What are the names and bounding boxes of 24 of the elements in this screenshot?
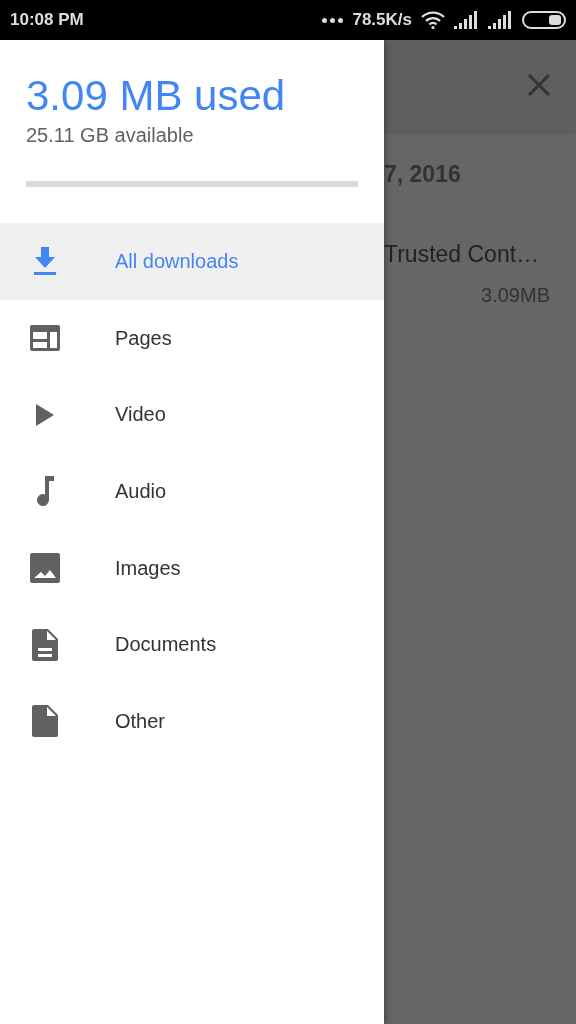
image-icon <box>30 553 60 584</box>
file-name: Trusted Cont… <box>384 241 541 268</box>
music-note-icon <box>35 476 55 507</box>
wifi-icon <box>421 11 445 29</box>
file-icon <box>32 705 58 738</box>
play-icon <box>36 403 54 426</box>
document-icon <box>32 628 58 661</box>
more-dots-icon <box>322 17 344 23</box>
battery-icon <box>522 11 566 29</box>
storage-used: 3.09 MB used <box>26 71 287 121</box>
close-icon[interactable] <box>528 74 550 96</box>
signal-icon <box>488 11 513 29</box>
drawer-item[interactable]: Pages <box>0 299 384 377</box>
signal-icon <box>454 11 479 29</box>
drawer-item[interactable]: Documents <box>0 606 384 684</box>
drawer-item[interactable]: Images <box>0 529 384 607</box>
drawer-item[interactable]: Audio <box>0 453 384 530</box>
drawer-item[interactable]: Other <box>0 683 384 760</box>
network-speed: 78.5K/s <box>352 10 412 30</box>
drawer-item[interactable]: Video <box>0 376 384 454</box>
web-layout-icon <box>30 325 60 352</box>
storage-available: 25.11 GB available <box>26 123 195 148</box>
clock-time: 10:08 PM <box>10 10 84 30</box>
download-icon <box>33 247 57 276</box>
